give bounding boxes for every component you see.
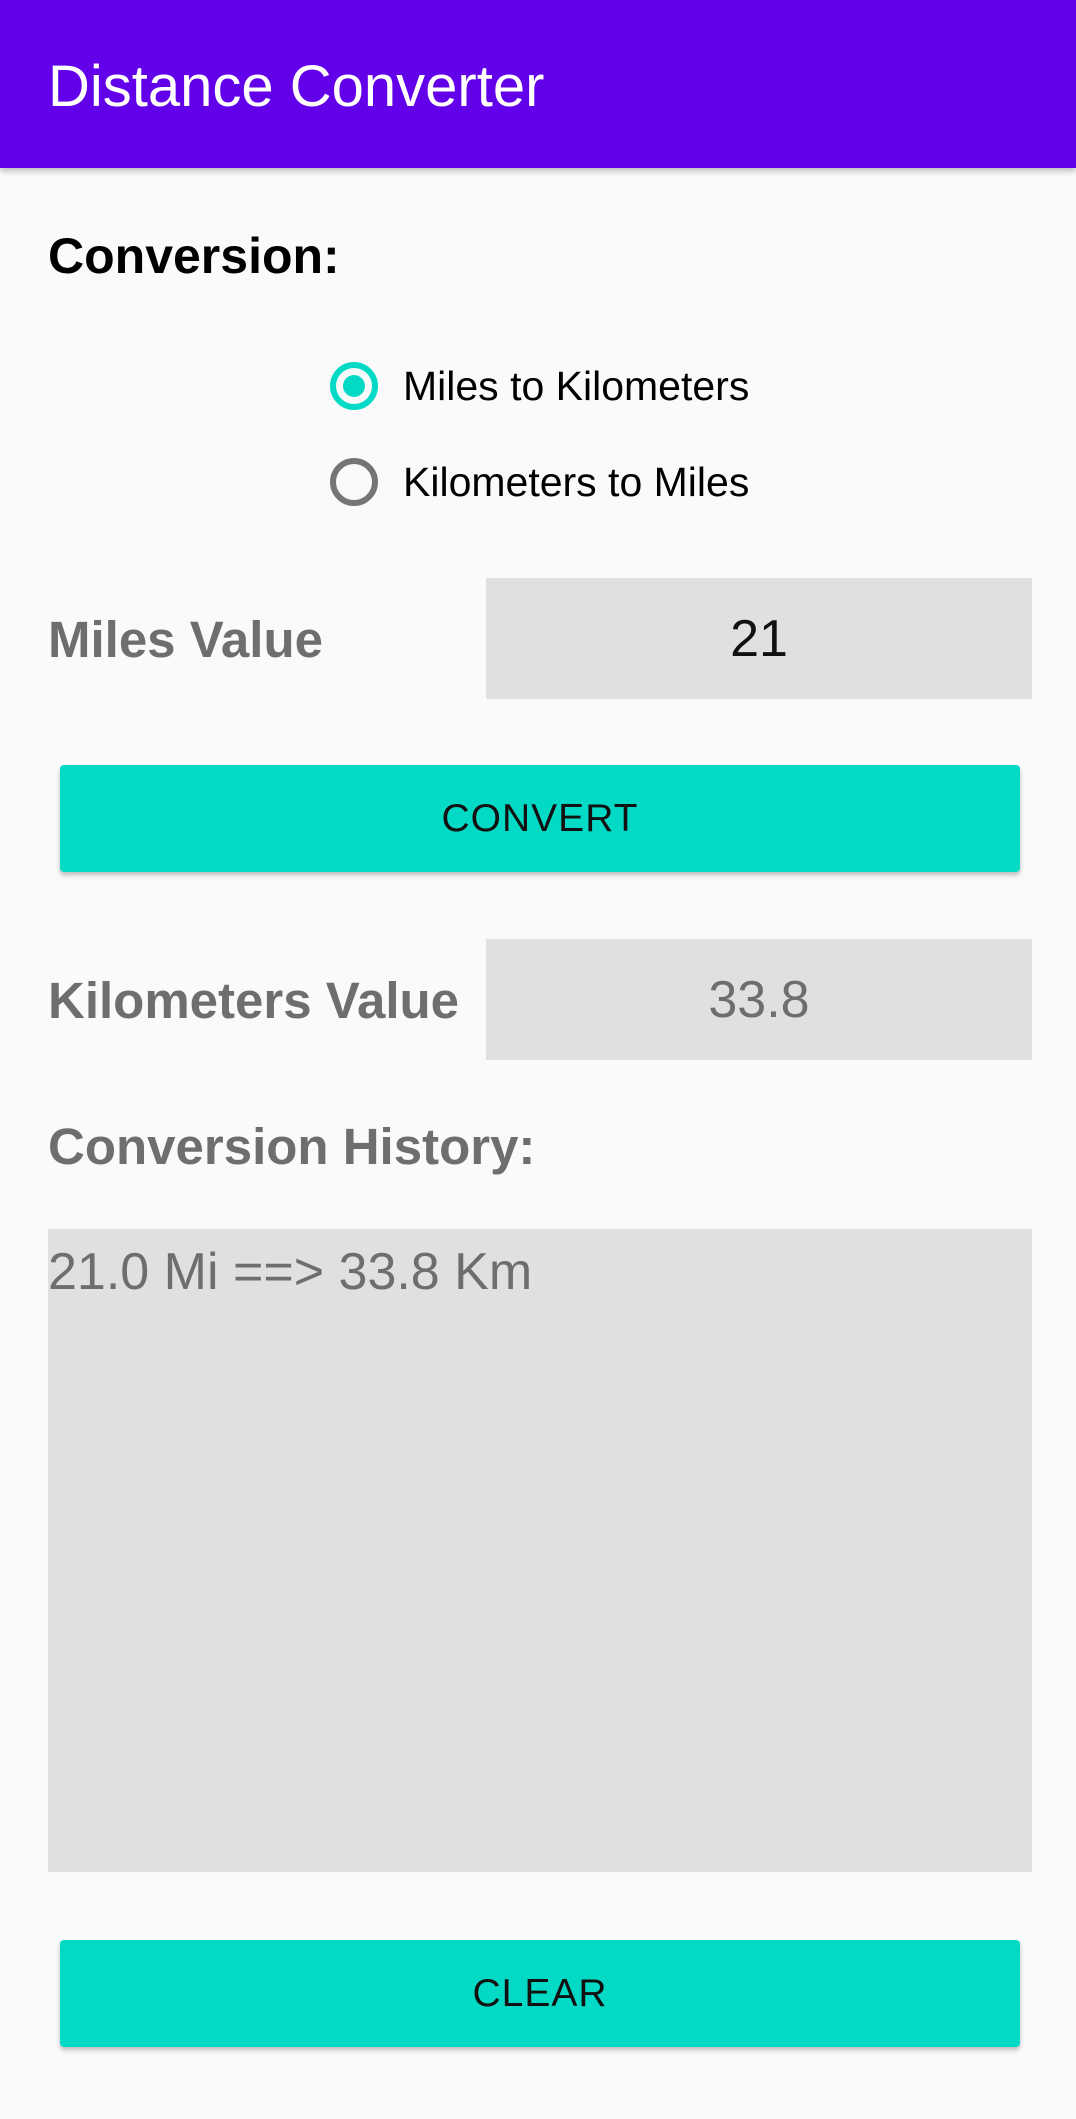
radio-kilometers-to-miles[interactable]: Kilometers to Miles bbox=[330, 442, 749, 522]
app-bar: Distance Converter bbox=[0, 0, 1076, 168]
radio-label-kilometers-to-miles: Kilometers to Miles bbox=[403, 459, 750, 505]
radio-unchecked-icon[interactable] bbox=[330, 458, 378, 506]
convert-button[interactable]: CONVERT bbox=[60, 765, 1020, 872]
app-title: Distance Converter bbox=[48, 54, 545, 119]
radio-miles-to-kilometers[interactable]: Miles to Kilometers bbox=[330, 346, 749, 426]
history-entry: 21.0 Mi ==> 33.8 Km bbox=[48, 1243, 533, 1301]
radio-dot-icon bbox=[343, 375, 365, 397]
miles-value-label: Miles Value bbox=[48, 611, 323, 668]
conversion-label: Conversion: bbox=[48, 228, 340, 284]
conversion-history-label: Conversion History: bbox=[48, 1118, 536, 1175]
conversion-history-list[interactable]: 21.0 Mi ==> 33.8 Km bbox=[48, 1229, 1032, 1872]
miles-value-input[interactable]: 21 bbox=[486, 578, 1032, 699]
radio-checked-icon[interactable] bbox=[330, 362, 378, 410]
kilometers-value-output: 33.8 bbox=[486, 939, 1032, 1060]
radio-label-miles-to-kilometers: Miles to Kilometers bbox=[403, 363, 750, 409]
distance-converter-screen: Distance Converter Conversion: Miles to … bbox=[0, 0, 1076, 2119]
kilometers-value-label: Kilometers Value bbox=[48, 972, 460, 1029]
clear-button[interactable]: CLEAR bbox=[60, 1940, 1020, 2047]
